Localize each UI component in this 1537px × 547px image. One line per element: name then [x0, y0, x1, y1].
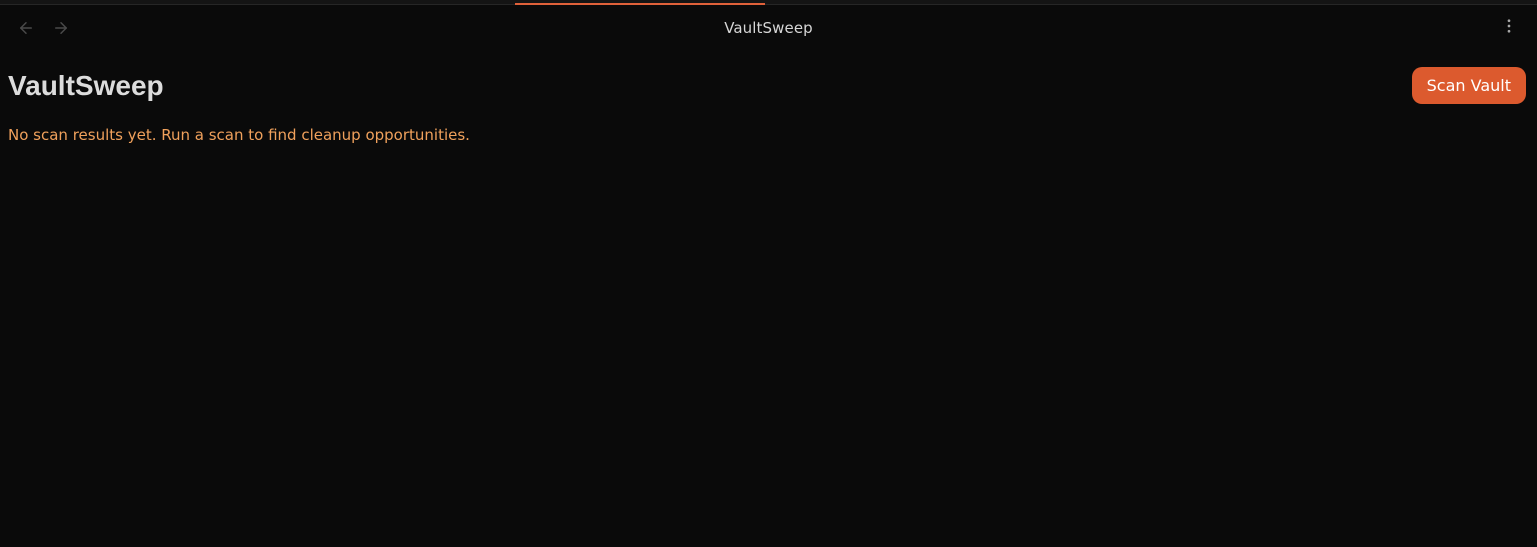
scan-vault-button[interactable]: Scan Vault [1411, 67, 1526, 104]
status-message: No scan results yet. Run a scan to find … [8, 126, 470, 144]
more-vertical-icon [1500, 17, 1518, 39]
more-options-button[interactable] [1499, 18, 1519, 38]
view-title: VaultSweep [724, 19, 813, 37]
page-title: VaultSweep [8, 70, 164, 101]
view-header: VaultSweep [0, 5, 1537, 53]
app-window: VaultSweep VaultSweep Scan Vault No scan… [0, 0, 1537, 547]
